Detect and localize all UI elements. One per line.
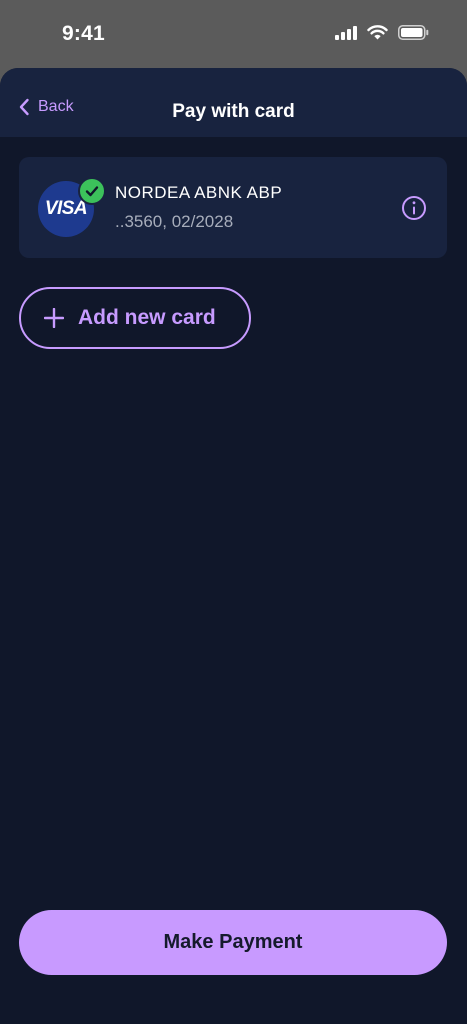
- card-details: ..3560, 02/2028: [115, 212, 234, 231]
- make-payment-label: Make Payment: [163, 931, 303, 953]
- battery-icon: [398, 25, 429, 40]
- status-icons: [335, 25, 429, 40]
- card-bank-name: NORDEA ABNK ABP: [115, 183, 283, 202]
- card-brand: VISA: [44, 198, 88, 219]
- status-time: 9:41: [62, 22, 105, 45]
- add-new-card-button[interactable]: Add new card: [19, 287, 251, 349]
- status-bar: 9:41: [0, 0, 467, 70]
- plus-icon: [44, 308, 64, 328]
- payment-sheet: Back Pay with card VISA NORDEA ABNK ABP …: [0, 68, 467, 1024]
- wifi-icon: [367, 25, 388, 40]
- saved-card-row[interactable]: VISA NORDEA ABNK ABP ..3560, 02/2028: [19, 157, 447, 258]
- nav-bar: Back Pay with card: [0, 68, 467, 137]
- info-icon[interactable]: [401, 195, 427, 221]
- page-title: Pay with card: [172, 101, 295, 122]
- checkmark-icon: [78, 177, 106, 205]
- make-payment-button[interactable]: Make Payment: [19, 910, 447, 975]
- cellular-signal-icon: [335, 25, 357, 40]
- add-new-card-label: Add new card: [78, 306, 216, 329]
